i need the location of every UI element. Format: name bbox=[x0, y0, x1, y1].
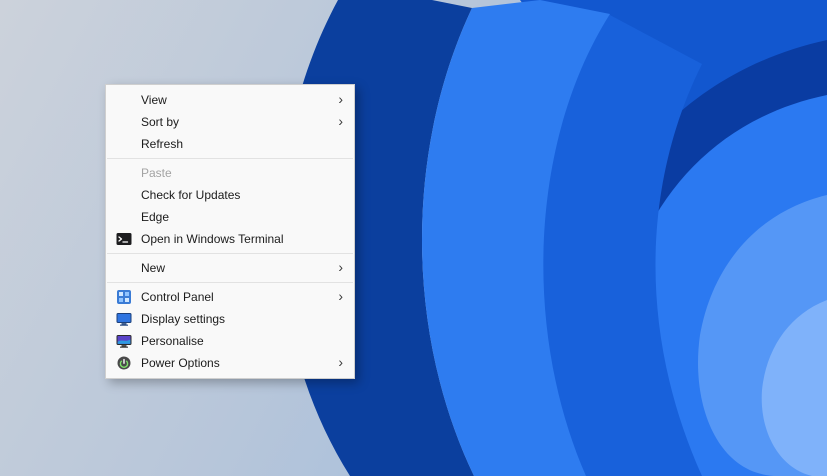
desktop: View › Sort by › Refresh Paste Check for… bbox=[0, 0, 827, 476]
menu-item-paste: Paste bbox=[106, 162, 354, 184]
menu-item-refresh[interactable]: Refresh bbox=[106, 133, 354, 155]
menu-item-label: New bbox=[141, 261, 166, 275]
menu-item-edge[interactable]: Edge bbox=[106, 206, 354, 228]
menu-item-label: Refresh bbox=[141, 137, 184, 151]
menu-item-label: Power Options bbox=[141, 356, 220, 370]
menu-item-label: Personalise bbox=[141, 334, 204, 348]
menu-item-personalise[interactable]: Personalise bbox=[106, 330, 354, 352]
menu-separator bbox=[107, 158, 353, 159]
menu-item-new[interactable]: New › bbox=[106, 257, 354, 279]
submenu-chevron-icon: › bbox=[338, 259, 343, 275]
menu-item-label: Check for Updates bbox=[141, 188, 241, 202]
display-icon bbox=[116, 311, 132, 327]
menu-item-open-in-windows-terminal[interactable]: Open in Windows Terminal bbox=[106, 228, 354, 250]
submenu-chevron-icon: › bbox=[338, 91, 343, 107]
power-icon bbox=[116, 355, 132, 371]
menu-item-label: Control Panel bbox=[141, 290, 214, 304]
personalise-icon bbox=[116, 333, 132, 349]
control-panel-icon bbox=[116, 289, 132, 305]
desktop-context-menu: View › Sort by › Refresh Paste Check for… bbox=[105, 84, 355, 379]
menu-item-label: Display settings bbox=[141, 312, 226, 326]
menu-item-view[interactable]: View › bbox=[106, 89, 354, 111]
menu-item-sort-by[interactable]: Sort by › bbox=[106, 111, 354, 133]
menu-item-power-options[interactable]: Power Options › bbox=[106, 352, 354, 374]
submenu-chevron-icon: › bbox=[338, 113, 343, 129]
menu-item-display-settings[interactable]: Display settings bbox=[106, 308, 354, 330]
menu-item-control-panel[interactable]: Control Panel › bbox=[106, 286, 354, 308]
submenu-chevron-icon: › bbox=[338, 288, 343, 304]
submenu-chevron-icon: › bbox=[338, 354, 343, 370]
menu-item-label: View bbox=[141, 93, 167, 107]
menu-item-label: Paste bbox=[141, 166, 172, 180]
terminal-icon bbox=[116, 231, 132, 247]
menu-item-label: Open in Windows Terminal bbox=[141, 232, 284, 246]
menu-separator bbox=[107, 282, 353, 283]
menu-item-check-for-updates[interactable]: Check for Updates bbox=[106, 184, 354, 206]
menu-separator bbox=[107, 253, 353, 254]
menu-item-label: Edge bbox=[141, 210, 170, 224]
menu-item-label: Sort by bbox=[141, 115, 180, 129]
